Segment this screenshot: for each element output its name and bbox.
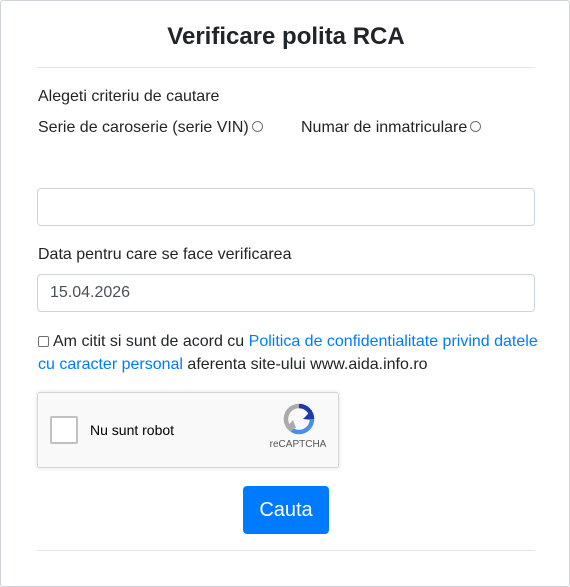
radio-vin[interactable] [251,121,263,132]
recaptcha-widget: Nu sunt robot reCAPTCHA [37,392,339,468]
recaptcha-brand: reCAPTCHA [269,439,327,450]
search-input[interactable] [37,188,535,226]
radio-label-vin: Serie de caroserie (serie VIN) [38,119,249,136]
consent-text-after: aferenta site-ului www.aida.info.ro [182,356,428,373]
top-divider [37,67,535,68]
radio-option-vin[interactable]: Serie de caroserie (serie VIN) [38,119,263,137]
date-label: Data pentru care se face verificarea [38,246,292,263]
radio-plate-number[interactable] [470,121,482,132]
consent-checkbox[interactable] [38,336,49,347]
consent-text-before: Am citit si sunt de acord cu [53,333,249,350]
page-title: Verificare polita RCA [167,23,405,50]
search-submit-button[interactable]: Cauta [243,486,329,534]
radio-option-plate-number[interactable]: Numar de inmatriculare [301,119,482,137]
recaptcha-logo-icon [283,403,315,435]
bottom-divider [37,550,535,551]
radio-label-plate-number: Numar de inmatriculare [301,119,468,136]
recaptcha-checkbox[interactable] [50,416,78,444]
criteria-label: Alegeti criteriu de cautare [38,88,220,105]
consent-text: Am citit si sunt de acord cu Politica de… [38,330,538,376]
verification-form-card: Verificare polita RCA Alegeti criteriu d… [0,0,570,587]
date-input[interactable]: 15.04.2026 [37,274,535,312]
recaptcha-label: Nu sunt robot [90,422,175,438]
